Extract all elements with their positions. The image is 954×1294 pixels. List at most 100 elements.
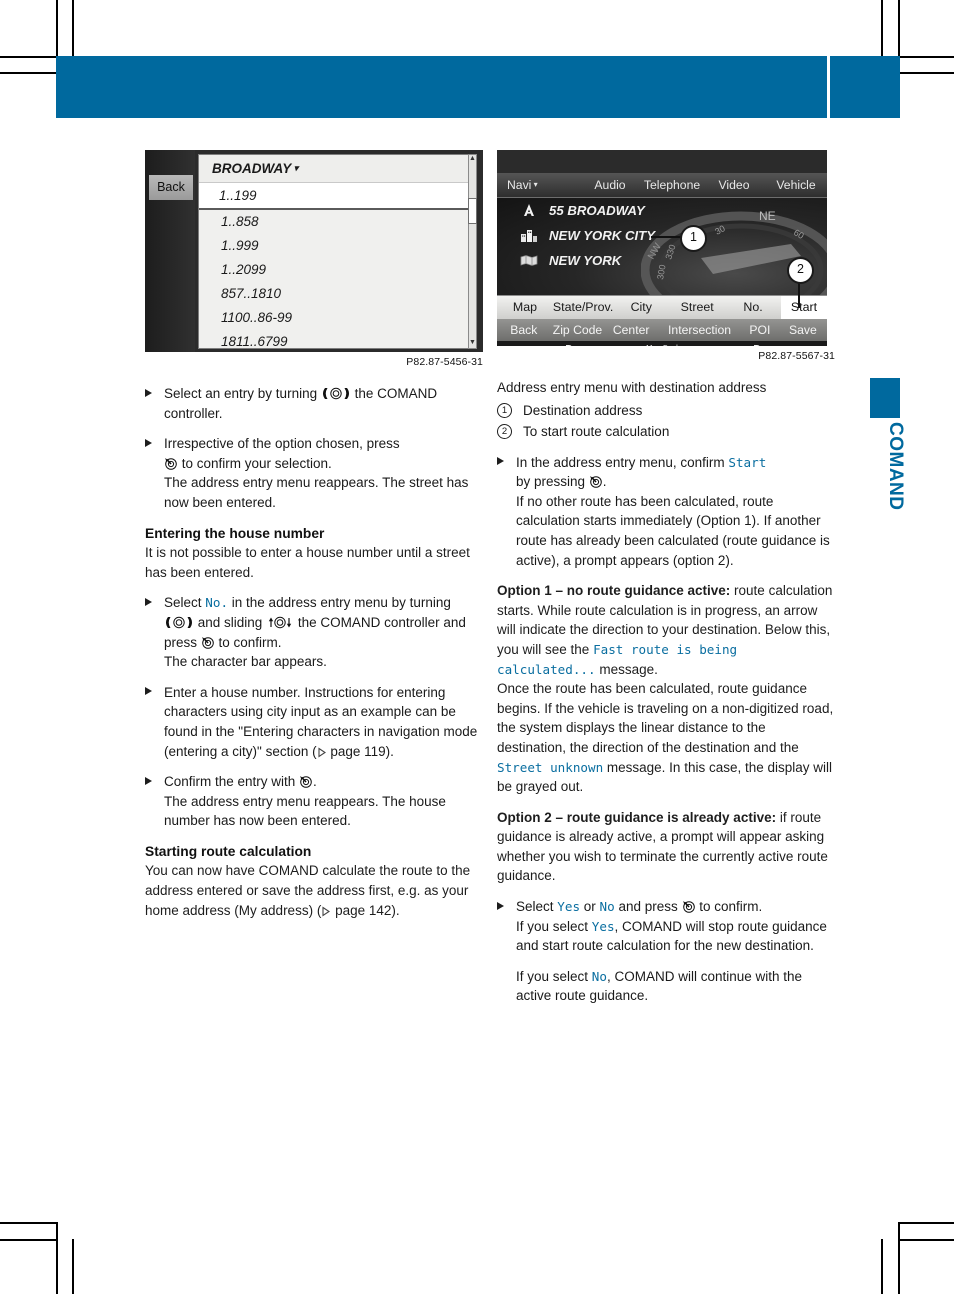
figure-code-right: P82.87-5567-31 (758, 350, 835, 362)
fan-value: 1 (712, 344, 719, 346)
text: message. (595, 661, 658, 677)
subheading-entering-house-number: Entering the house number (145, 525, 325, 541)
tab-video[interactable]: Video (703, 173, 765, 197)
list-item[interactable]: 1..999 (199, 234, 469, 258)
text: The character bar appears. (164, 654, 327, 670)
text: by pressing (516, 474, 589, 490)
text: . (313, 774, 317, 790)
header-divider (827, 56, 830, 118)
option-2-heading: Option 2 – route guidance is already act… (497, 809, 777, 825)
page-header-bar (56, 56, 900, 118)
list-item[interactable]: 1100..86-99 (199, 306, 469, 330)
press-controller-icon (164, 457, 178, 470)
soft-key-city[interactable]: City (613, 296, 669, 319)
crop-mark-bl-h2 (0, 1239, 56, 1241)
text: In the address entry menu, confirm (516, 454, 729, 470)
text: and sliding (194, 614, 267, 630)
address-text: 55 BROADWAY (549, 203, 645, 218)
screen-top-strip (497, 150, 827, 173)
scroll-up-icon[interactable]: ▲ (469, 155, 476, 163)
command-no: No (591, 968, 607, 984)
list-item[interactable]: 1811..6799 (199, 330, 469, 352)
subheading-starting-route-calculation: Starting route calculation (145, 843, 312, 859)
paragraph-option-1: Option 1 – no route guidance active: rou… (497, 581, 835, 797)
text: The address entry menu reappears. The st… (164, 475, 469, 510)
tab-audio[interactable]: Audio (579, 173, 641, 197)
page-number: 141 (848, 1265, 882, 1286)
fan-speed-right: ✲ 1 (686, 341, 733, 346)
address-text: NEW YORK (549, 253, 622, 268)
crop-mark-br-v2 (881, 1239, 883, 1294)
fan-icon: ✲ (605, 344, 615, 346)
tab-vehicle[interactable]: Vehicle (765, 173, 827, 197)
crop-mark-tl-v (56, 0, 58, 56)
list-header-text: BROADWAY (212, 161, 292, 176)
instruction-confirm-entry: Confirm the entry with . The address ent… (145, 772, 483, 831)
caret-down-icon: ▾ (531, 180, 538, 189)
figure-house-number-list: Back BROADWAY ▾ 1..199 1..858 1..999 1..… (145, 150, 483, 352)
legend-text: Destination address (523, 402, 643, 418)
side-tab-marker (870, 378, 900, 418)
list-item[interactable]: 1..2099 (199, 258, 469, 282)
climate-temp-right: LO (780, 341, 827, 346)
soft-key-poi[interactable]: POI (741, 319, 779, 341)
list-pane: BROADWAY ▾ 1..199 1..858 1..999 1..2099 … (198, 154, 470, 349)
list-row-selected[interactable]: 1..199 (199, 183, 469, 210)
soft-key-intersection[interactable]: Intersection (658, 319, 741, 341)
soft-key-state-prov[interactable]: State/Prov. (553, 296, 613, 319)
list-item[interactable]: 1..858 (199, 210, 469, 234)
option-1-heading: Option 1 – no route guidance active: (497, 583, 731, 599)
command-no: No. (205, 595, 229, 611)
city-icon (519, 227, 539, 244)
seat-airflow-icon-left (544, 341, 591, 346)
soft-key-map[interactable]: Map (497, 296, 553, 319)
paragraph-house-number-note: It is not possible to enter a house numb… (145, 545, 470, 580)
text: Select (164, 595, 206, 611)
soft-key-street[interactable]: Street (669, 296, 725, 319)
slide-controller-icon (266, 616, 294, 629)
soft-key-zip-code[interactable]: Zip Code (551, 319, 605, 341)
soft-key-save[interactable]: Save (779, 319, 827, 341)
command-no: No (599, 899, 615, 915)
text: Irrespective of the option chosen, press (164, 436, 400, 452)
callout-number-2: 2 (497, 423, 512, 439)
soft-key-center[interactable]: Center (604, 319, 658, 341)
legend-text: To start route calculation (523, 423, 670, 439)
page-title: Navigation (713, 1265, 818, 1287)
text: or (580, 899, 600, 915)
crop-mark-br-h (898, 1222, 954, 1224)
bullet-triangle-icon (145, 776, 152, 785)
page-reference-icon (321, 906, 331, 917)
bullet-triangle-icon (497, 901, 504, 910)
list-scroll-thumb[interactable] (468, 198, 477, 224)
figure-code-left: P82.87-5456-31 (406, 356, 483, 368)
list-header-row: BROADWAY ▾ (199, 155, 469, 183)
list-scrollbar[interactable]: ▲ ▼ (468, 154, 477, 349)
scroll-down-icon[interactable]: ▼ (469, 339, 476, 347)
soft-key-back[interactable]: Back (497, 319, 551, 341)
crop-mark-tl-h (0, 56, 56, 58)
tab-telephone[interactable]: Telephone (641, 173, 703, 197)
callout-2: 2 (787, 257, 814, 284)
screen-tab-bar: Navi ▾ Audio Telephone Video Vehicle (497, 173, 827, 198)
text: and press (614, 899, 682, 915)
press-controller-icon (682, 900, 696, 913)
command-yes: Yes (557, 899, 581, 915)
fan-speed-left: ✲ 1 (591, 341, 638, 346)
text: Once the route has been calculated, rout… (497, 681, 834, 755)
tab-navi[interactable]: Navi ▾ (497, 173, 579, 197)
text: The address entry menu reappears. The ho… (164, 793, 446, 829)
text: to confirm. (695, 899, 763, 915)
side-tab-label: COMAND (885, 422, 906, 511)
back-button[interactable]: Back (149, 175, 193, 200)
soft-key-no[interactable]: No. (725, 296, 781, 319)
text: If no other route has been calculated, r… (516, 493, 830, 568)
soft-key-start[interactable]: Start (781, 296, 827, 319)
command-yes: Yes (591, 918, 615, 934)
fan-icon: ✲ (699, 344, 709, 346)
figure-address-entry-menu: Navi ▾ Audio Telephone Video Vehicle 55 … (497, 150, 827, 346)
list-item[interactable]: 857..1810 (199, 282, 469, 306)
text: Confirm the entry with (164, 774, 300, 790)
text: Select (516, 899, 558, 915)
bullet-triangle-icon (145, 687, 152, 696)
